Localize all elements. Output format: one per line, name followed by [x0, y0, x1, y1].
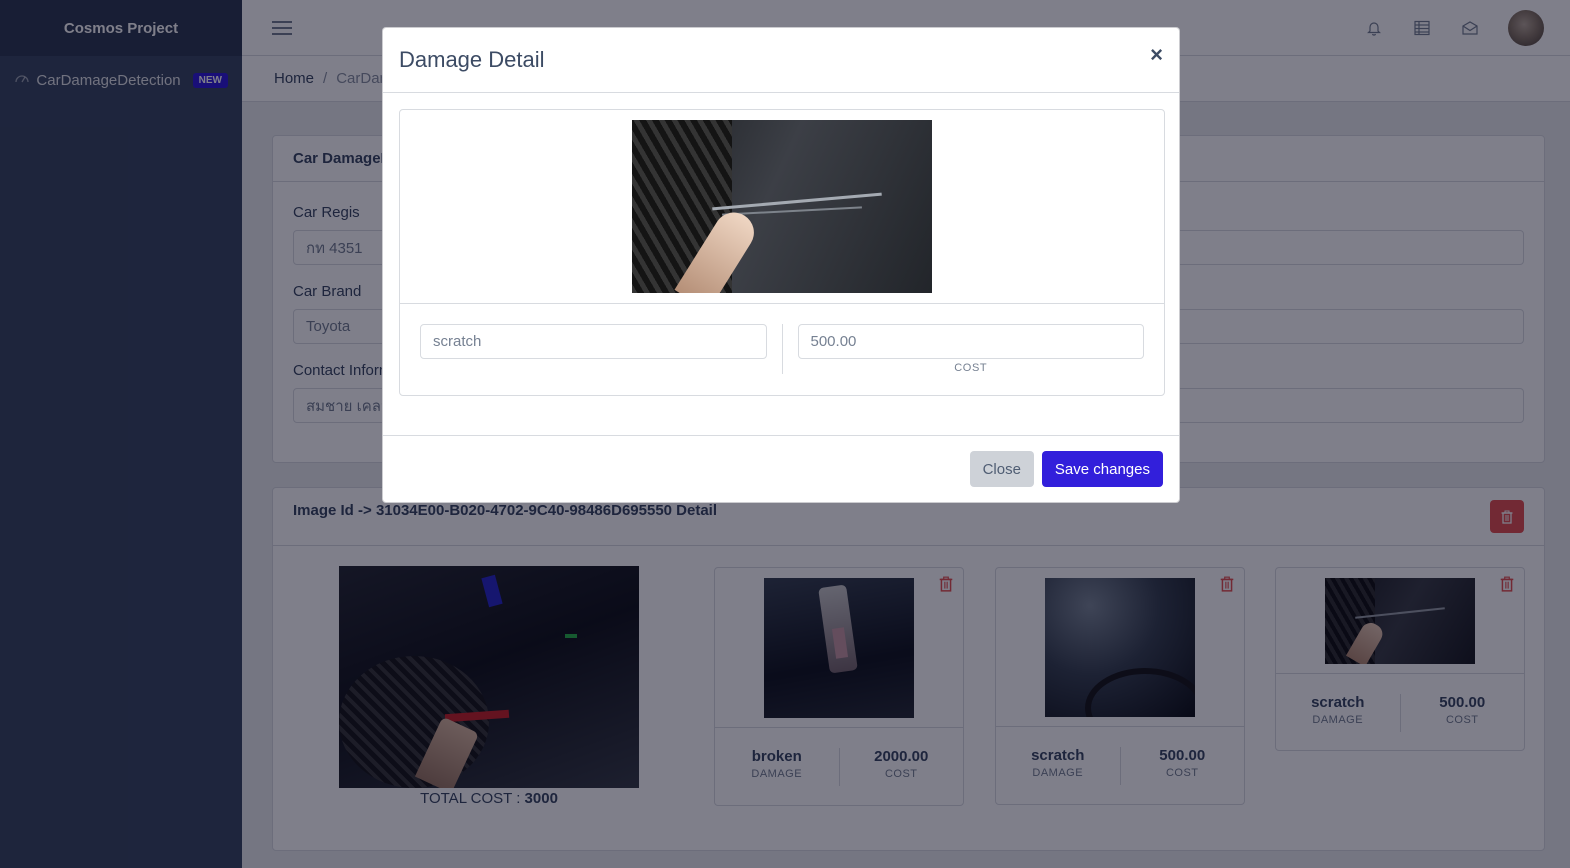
close-button[interactable]: Close — [969, 451, 1034, 487]
cost-label: COST — [954, 362, 988, 374]
modal-title: Damage Detail — [399, 47, 545, 72]
close-icon[interactable]: × — [1150, 42, 1163, 68]
modal-damage-card: scratch 500.00 COST — [399, 109, 1165, 396]
cost-input[interactable]: 500.00 — [797, 324, 1144, 359]
save-changes-button[interactable]: Save changes — [1041, 451, 1163, 487]
damage-image[interactable] — [632, 120, 932, 293]
damage-type-input[interactable]: scratch — [420, 324, 767, 359]
damage-detail-modal: Damage Detail × scratch 500.00 COST Clos… — [382, 27, 1180, 503]
